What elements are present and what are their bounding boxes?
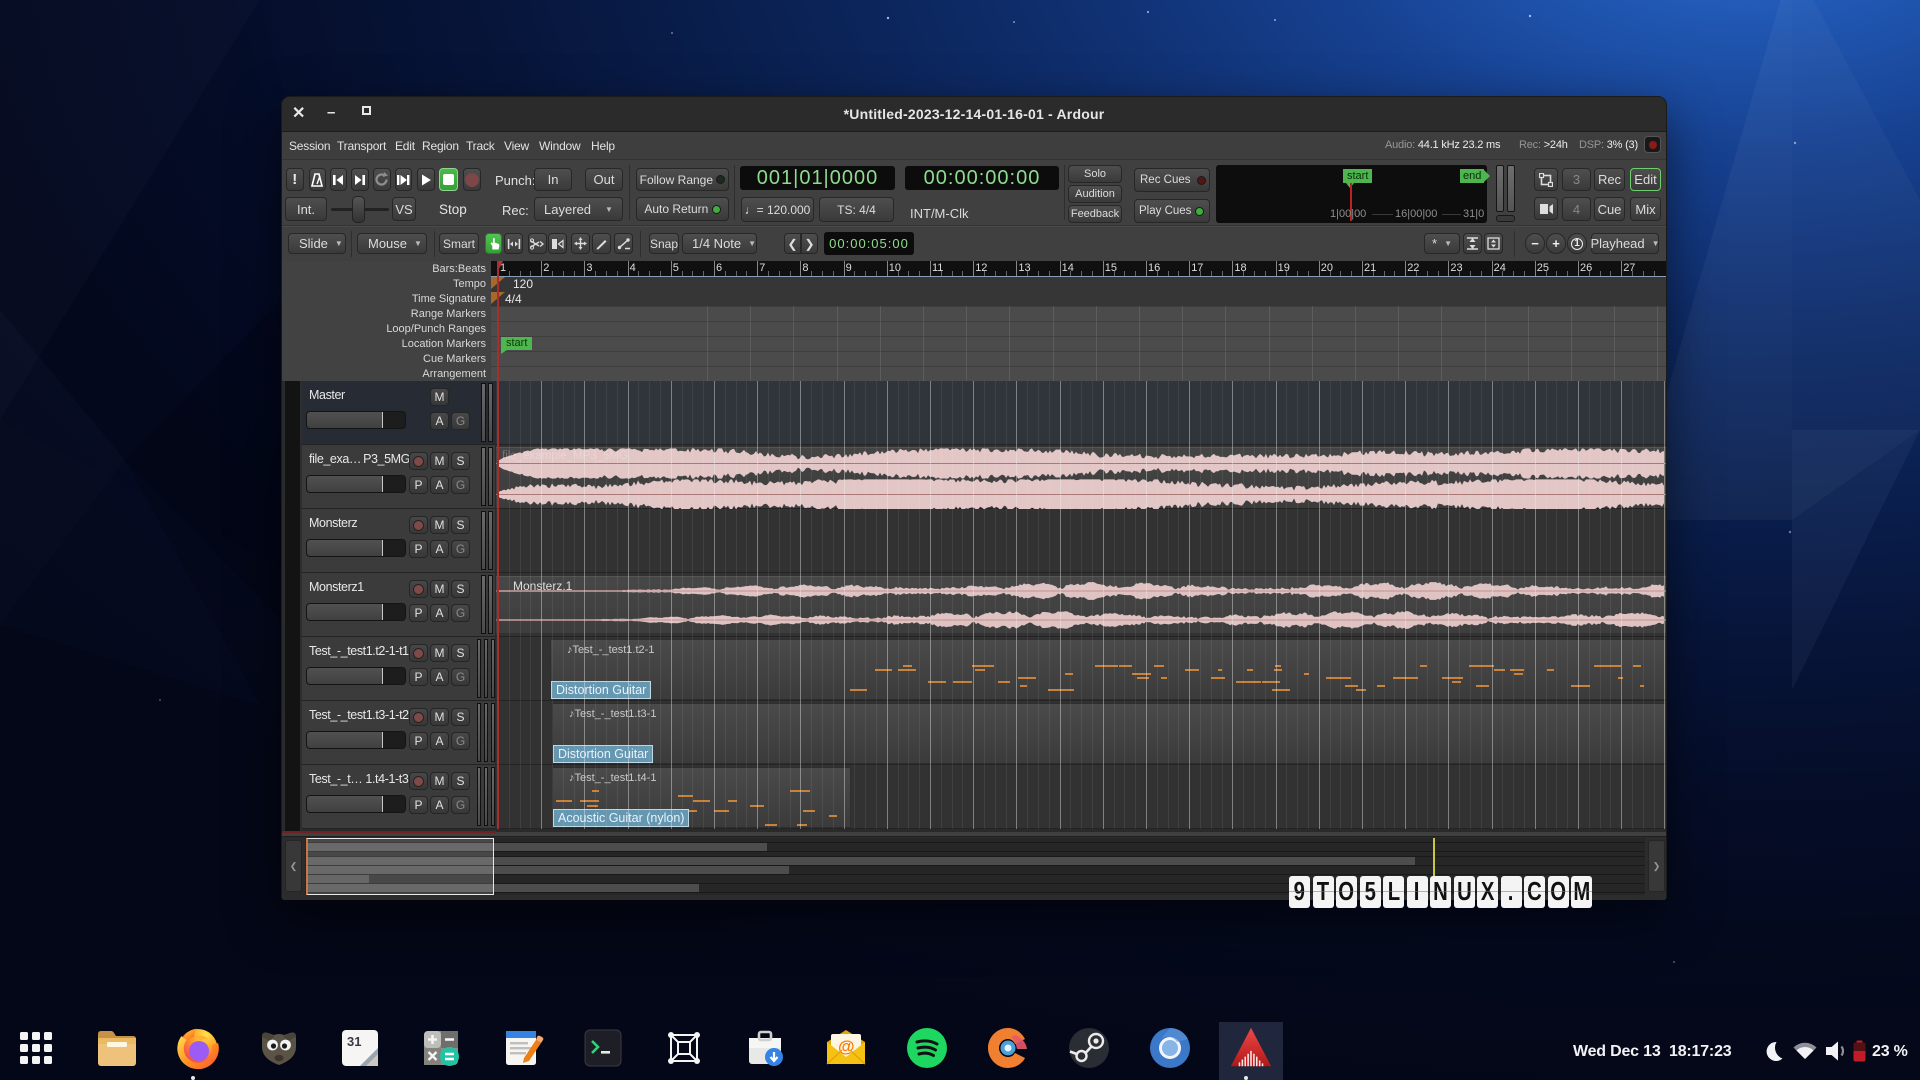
- svg-text:31: 31: [347, 1034, 361, 1049]
